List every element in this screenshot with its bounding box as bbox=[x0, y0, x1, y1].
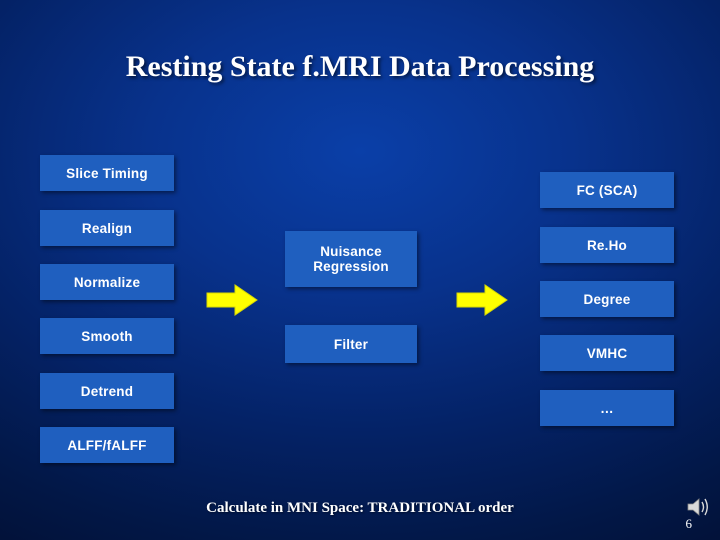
pipeline-box-label: Realign bbox=[81, 220, 133, 236]
pipeline-box-label: ALFF/fALFF bbox=[67, 437, 147, 453]
pipeline-box-nuisance-regression[interactable]: Nuisance Regression bbox=[285, 231, 417, 287]
slide-canvas: Resting State f.MRI Data Processing Slic… bbox=[0, 0, 720, 540]
pipeline-box-filter[interactable]: Filter bbox=[285, 325, 417, 363]
pipeline-box-alff-falff[interactable]: ALFF/fALFF bbox=[40, 427, 174, 463]
metric-box-label: Degree bbox=[583, 291, 631, 307]
pipeline-box-smooth[interactable]: Smooth bbox=[40, 318, 174, 354]
pipeline-box-detrend[interactable]: Detrend bbox=[40, 373, 174, 409]
metric-box-fc-sca[interactable]: FC (SCA) bbox=[540, 172, 674, 208]
metric-box-label: FC (SCA) bbox=[576, 182, 638, 198]
arrow-stage-1-to-2 bbox=[205, 283, 259, 317]
footer-caption: Calculate in MNI Space: TRADITIONAL orde… bbox=[206, 500, 514, 516]
pipeline-box-label: Detrend bbox=[80, 383, 134, 399]
metric-box-ellipsis[interactable]: … bbox=[540, 390, 674, 426]
arrow-stage-2-to-3 bbox=[455, 283, 509, 317]
pipeline-box-label: Nuisance Regression bbox=[313, 244, 389, 274]
page-title: Resting State f.MRI Data Processing bbox=[125, 50, 595, 83]
metric-box-label: VMHC bbox=[586, 345, 628, 361]
speaker-icon[interactable] bbox=[686, 496, 712, 518]
metric-box-degree[interactable]: Degree bbox=[540, 281, 674, 317]
pipeline-box-normalize[interactable]: Normalize bbox=[40, 264, 174, 300]
pipeline-box-label: Smooth bbox=[81, 328, 133, 344]
metric-box-label: … bbox=[600, 400, 614, 416]
metric-box-label: Re.Ho bbox=[586, 237, 627, 253]
pipeline-box-label: Filter bbox=[333, 336, 369, 352]
pipeline-box-label: Normalize bbox=[73, 274, 141, 290]
pipeline-box-realign[interactable]: Realign bbox=[40, 210, 174, 246]
metric-box-vmhc[interactable]: VMHC bbox=[540, 335, 674, 371]
pipeline-box-slice-timing[interactable]: Slice Timing bbox=[40, 155, 174, 191]
metric-box-reho[interactable]: Re.Ho bbox=[540, 227, 674, 263]
page-number: 6 bbox=[685, 516, 693, 531]
pipeline-box-label: Slice Timing bbox=[66, 165, 148, 181]
